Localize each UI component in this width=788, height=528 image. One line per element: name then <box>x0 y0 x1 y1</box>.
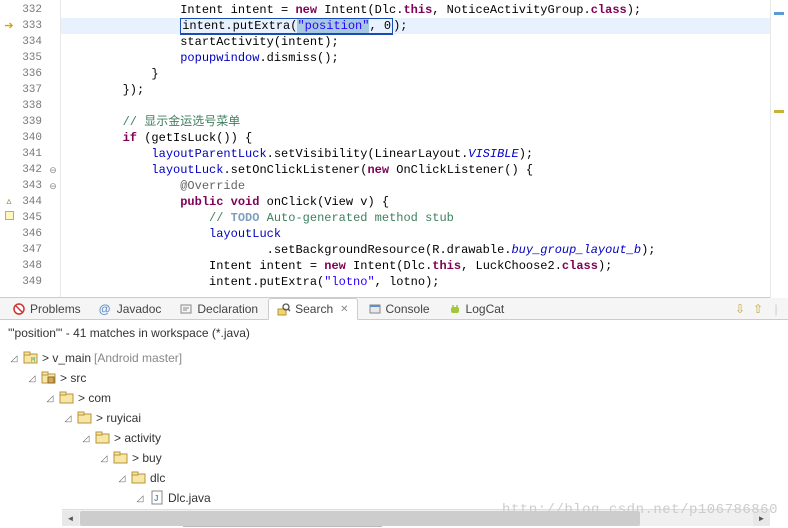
twistie-icon[interactable]: ◿ <box>26 373 38 384</box>
tree-pkg-buy[interactable]: ◿> buy <box>8 448 784 468</box>
editor-pane: 332 ➔333 334 335 336 337 338 339 340 341… <box>0 0 788 298</box>
code-area[interactable]: Intent intent = new Intent(Dlc.this, Not… <box>61 0 788 297</box>
folder-icon <box>41 370 57 386</box>
logcat-icon <box>448 302 462 316</box>
tree-pkg-ruyicai[interactable]: ◿> ruyicai <box>8 408 784 428</box>
declaration-icon <box>179 302 193 316</box>
gutter: 332 ➔333 334 335 336 337 338 339 340 341… <box>0 0 61 297</box>
tab-logcat[interactable]: LogCat <box>440 299 513 319</box>
console-icon <box>368 302 382 316</box>
scrollbar-thumb[interactable] <box>80 511 640 526</box>
folder-icon <box>131 470 147 486</box>
fold-toggle-icon[interactable]: ⊖ <box>46 178 60 194</box>
current-match-line[interactable]: intent.putExtra("position", 0); <box>61 18 788 34</box>
folder-icon <box>113 450 129 466</box>
fold-toggle-icon[interactable]: ⊖ <box>46 162 60 178</box>
folder-icon <box>59 390 75 406</box>
twistie-icon[interactable]: ◿ <box>62 413 74 424</box>
toolbar-sep: | <box>768 301 784 317</box>
twistie-icon[interactable]: ◿ <box>116 473 128 484</box>
tab-problems[interactable]: Problems <box>4 299 89 319</box>
scroll-left-icon[interactable]: ◄ <box>62 511 79 526</box>
tree-pkg-activity[interactable]: ◿> activity <box>8 428 784 448</box>
tree-project[interactable]: ◿M> v_main [Android master] <box>8 348 784 368</box>
twistie-icon[interactable]: ◿ <box>8 353 20 364</box>
next-match-icon[interactable]: ⇩ <box>732 301 748 317</box>
overview-ruler[interactable] <box>770 0 788 298</box>
scroll-right-icon[interactable]: ► <box>753 511 770 526</box>
tree-src[interactable]: ◿> src <box>8 368 784 388</box>
javadoc-icon: @ <box>99 302 113 316</box>
search-summary: '"position"' - 41 matches in workspace (… <box>0 320 788 344</box>
tree-file-dlc[interactable]: ◿JDlc.java <box>8 488 784 508</box>
problems-icon <box>12 302 26 316</box>
twistie-icon[interactable]: ◿ <box>98 453 110 464</box>
search-view: Problems @Javadoc Declaration Search✕ Co… <box>0 298 788 526</box>
quickfix-marker-icon[interactable] <box>0 210 18 226</box>
override-marker-icon[interactable]: ▵ <box>0 194 18 210</box>
tab-javadoc[interactable]: @Javadoc <box>91 299 170 319</box>
twistie-icon[interactable]: ◿ <box>134 493 146 504</box>
twistie-icon[interactable]: ◿ <box>80 433 92 444</box>
folder-icon <box>77 410 93 426</box>
tab-search[interactable]: Search✕ <box>268 298 357 320</box>
view-tab-bar: Problems @Javadoc Declaration Search✕ Co… <box>0 298 788 320</box>
tab-console[interactable]: Console <box>360 299 438 319</box>
tab-declaration[interactable]: Declaration <box>171 299 266 319</box>
folder-icon <box>95 430 111 446</box>
tree-pkg-com[interactable]: ◿> com <box>8 388 784 408</box>
twistie-icon[interactable]: ◿ <box>44 393 56 404</box>
search-tree: ◿M> v_main [Android master] ◿> src ◿> co… <box>0 344 788 528</box>
close-icon[interactable]: ✕ <box>340 304 348 315</box>
tree-pkg-dlc[interactable]: ◿dlc <box>8 468 784 488</box>
search-icon <box>277 302 291 316</box>
svg-text:J: J <box>154 494 158 503</box>
java-file-icon: J <box>149 490 165 506</box>
project-icon: M <box>23 350 39 366</box>
svg-text:M: M <box>31 357 35 365</box>
horizontal-scrollbar[interactable]: ◄ ► <box>62 509 770 526</box>
arrow-marker-icon: ➔ <box>0 18 18 34</box>
prev-match-icon[interactable]: ⇧ <box>750 301 766 317</box>
